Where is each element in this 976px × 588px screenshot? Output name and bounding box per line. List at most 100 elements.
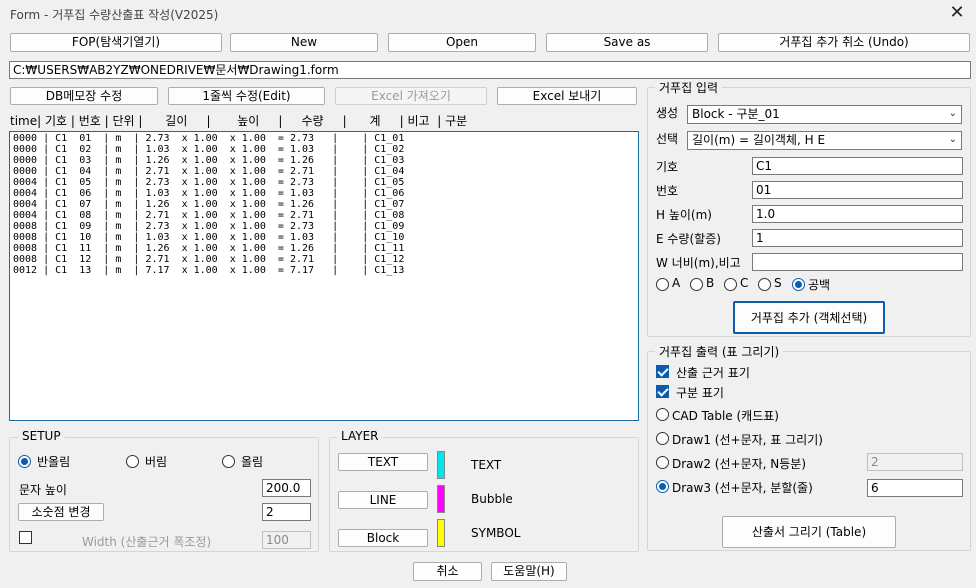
open-button[interactable]: Open [388, 33, 536, 52]
round-up-label: 올림 [241, 455, 264, 469]
list-row[interactable]: 0000 | C1 04 | m | 2.71 x 1.00 x 1.00 = … [13, 166, 638, 177]
layer-block-color-swatch[interactable] [437, 519, 445, 547]
symbol-field[interactable]: C1 [752, 157, 963, 175]
height-field[interactable]: 1.0 [752, 205, 963, 223]
fop-button[interactable]: FOP(탐색기열기) [10, 33, 222, 52]
list-row[interactable]: 0004 | C1 08 | m | 2.71 x 1.00 x 1.00 = … [13, 210, 638, 221]
cancel-button[interactable]: 취소 [413, 562, 482, 581]
text-height-field[interactable]: 200.0 [262, 479, 311, 497]
radio-draw2[interactable] [656, 456, 669, 469]
new-button[interactable]: New [230, 33, 378, 52]
add-formwork-button[interactable]: 거푸집 추가 (객체선택) [733, 301, 885, 334]
radio-a-label: A [672, 276, 681, 290]
radio-round-half[interactable] [18, 455, 31, 468]
radio-b-label: B [706, 276, 715, 290]
db-memo-button[interactable]: DB메모장 수정 [10, 87, 158, 105]
setup-group-title: SETUP [18, 429, 65, 443]
layer-line-button[interactable]: LINE [338, 491, 428, 509]
create-combo-value: Block - 구분_01 [692, 107, 780, 121]
radio-draw1[interactable] [656, 432, 669, 445]
radio-b[interactable] [690, 278, 703, 291]
list-row[interactable]: 0004 | C1 07 | m | 1.26 x 1.00 x 1.00 = … [13, 199, 638, 210]
edit-line-button[interactable]: 1줄씩 수정(Edit) [168, 87, 325, 105]
draw3-label: Draw3 (선+문자, 분할(줄) [672, 481, 813, 495]
layer-block-button[interactable]: Block [338, 529, 428, 547]
draw1-label: Draw1 (선+문자, 표 그리기) [672, 433, 823, 447]
draw2-field[interactable]: 2 [867, 453, 963, 471]
width-adjust-label: Width (산출근거 폭조정) [82, 535, 212, 549]
number-field[interactable]: 01 [752, 181, 963, 199]
decimal-button[interactable]: 소숫점 변경 [18, 503, 104, 521]
radio-s[interactable] [758, 278, 771, 291]
list-row[interactable]: 0004 | C1 06 | m | 1.03 x 1.00 x 1.00 = … [13, 188, 638, 199]
list-row[interactable]: 0000 | C1 01 | m | 2.73 x 1.00 x 1.00 = … [13, 133, 638, 144]
undo-button[interactable]: 거푸집 추가 취소 (Undo) [718, 33, 970, 52]
input-group-title: 거푸집 입력 [655, 79, 723, 96]
list-row[interactable]: 0008 | C1 10 | m | 1.03 x 1.00 x 1.00 = … [13, 232, 638, 243]
select-combo-value: 길이(m) = 길이객체, H E [692, 133, 826, 147]
draw-table-button[interactable]: 산출서 그리기 (Table) [722, 516, 896, 548]
width-label: W 너비(m),비고 [656, 256, 741, 270]
output-group-title: 거푸집 출력 (표 그리기) [655, 343, 784, 360]
list-row[interactable]: 0000 | C1 03 | m | 1.26 x 1.00 x 1.00 = … [13, 155, 638, 166]
radio-s-label: S [774, 276, 782, 290]
layer-block-name: SYMBOL [471, 526, 521, 540]
select-label: 선택 [656, 132, 679, 146]
width-field[interactable] [752, 253, 963, 271]
excel-export-button[interactable]: Excel 보내기 [497, 87, 637, 105]
radio-round-down[interactable] [126, 455, 139, 468]
category-checkbox[interactable] [656, 385, 669, 398]
quantity-field[interactable]: 1 [752, 229, 963, 247]
radio-cad-table[interactable] [656, 408, 669, 421]
draw3-field[interactable]: 6 [867, 479, 963, 497]
width-adjust-checkbox[interactable] [19, 531, 32, 544]
cad-table-label: CAD Table (캐드표) [672, 409, 779, 423]
height-label: H 높이(m) [656, 208, 712, 222]
number-label: 번호 [656, 184, 679, 198]
radio-c[interactable] [724, 278, 737, 291]
radio-blank-label: 공백 [808, 278, 831, 292]
formwork-list[interactable]: 0000 | C1 01 | m | 2.73 x 1.00 x 1.00 = … [9, 131, 639, 421]
layer-line-name: Bubble [471, 492, 513, 506]
round-half-label: 반올림 [37, 455, 71, 469]
create-combo[interactable]: Block - 구분_01 ⌄ [687, 105, 962, 124]
list-row[interactable]: 0004 | C1 05 | m | 2.73 x 1.00 x 1.00 = … [13, 177, 638, 188]
create-label: 생성 [656, 106, 679, 120]
chevron-down-icon: ⌄ [948, 108, 957, 119]
symbol-label: 기호 [656, 160, 679, 174]
round-down-label: 버림 [145, 455, 168, 469]
radio-draw3[interactable] [656, 480, 669, 493]
layer-group-title: LAYER [337, 429, 383, 443]
list-row[interactable]: 0008 | C1 12 | m | 2.71 x 1.00 x 1.00 = … [13, 254, 638, 265]
layer-line-color-swatch[interactable] [437, 485, 445, 513]
chevron-down-icon: ⌄ [948, 134, 957, 145]
width-adjust-field[interactable]: 100 [262, 531, 311, 549]
list-row[interactable]: 0008 | C1 11 | m | 1.26 x 1.00 x 1.00 = … [13, 243, 638, 254]
quantity-label: E 수량(할증) [656, 232, 721, 246]
layer-text-name: TEXT [471, 458, 502, 472]
radio-round-up[interactable] [222, 455, 235, 468]
text-height-label: 문자 높이 [19, 483, 67, 497]
window-title: Form - 거푸집 수량산출표 작성(V2025) [10, 8, 219, 22]
close-icon[interactable]: ✕ [944, 2, 970, 24]
file-path-field[interactable]: C:₩USERS₩AB2YZ₩ONEDRIVE₩문서₩Drawing1.form [9, 61, 971, 79]
draw2-label: Draw2 (선+문자, N등분) [672, 457, 807, 471]
category-label: 구분 표기 [676, 386, 724, 400]
basis-label: 산출 근거 표기 [676, 366, 750, 380]
list-row[interactable]: 0000 | C1 02 | m | 1.03 x 1.00 x 1.00 = … [13, 144, 638, 155]
excel-import-button[interactable]: Excel 가져오기 [335, 87, 487, 105]
basis-checkbox[interactable] [656, 365, 669, 378]
layer-text-button[interactable]: TEXT [338, 453, 428, 471]
list-row[interactable]: 0012 | C1 13 | m | 7.17 x 1.00 x 1.00 = … [13, 265, 638, 276]
help-button[interactable]: 도움말(H) [491, 562, 567, 581]
radio-a[interactable] [656, 278, 669, 291]
radio-blank[interactable] [792, 278, 805, 291]
title-bar: Form - 거푸집 수량산출표 작성(V2025) ✕ [0, 0, 976, 28]
select-combo[interactable]: 길이(m) = 길이객체, H E ⌄ [687, 131, 962, 150]
radio-c-label: C [740, 276, 749, 290]
list-header: time| 기호 | 번호 | 단위 | 길이 | 높이 | 수량 | 계 | … [10, 114, 468, 128]
save-as-button[interactable]: Save as [546, 33, 708, 52]
decimal-field[interactable]: 2 [262, 503, 311, 521]
list-row[interactable]: 0008 | C1 09 | m | 2.73 x 1.00 x 1.00 = … [13, 221, 638, 232]
layer-text-color-swatch[interactable] [437, 451, 445, 479]
